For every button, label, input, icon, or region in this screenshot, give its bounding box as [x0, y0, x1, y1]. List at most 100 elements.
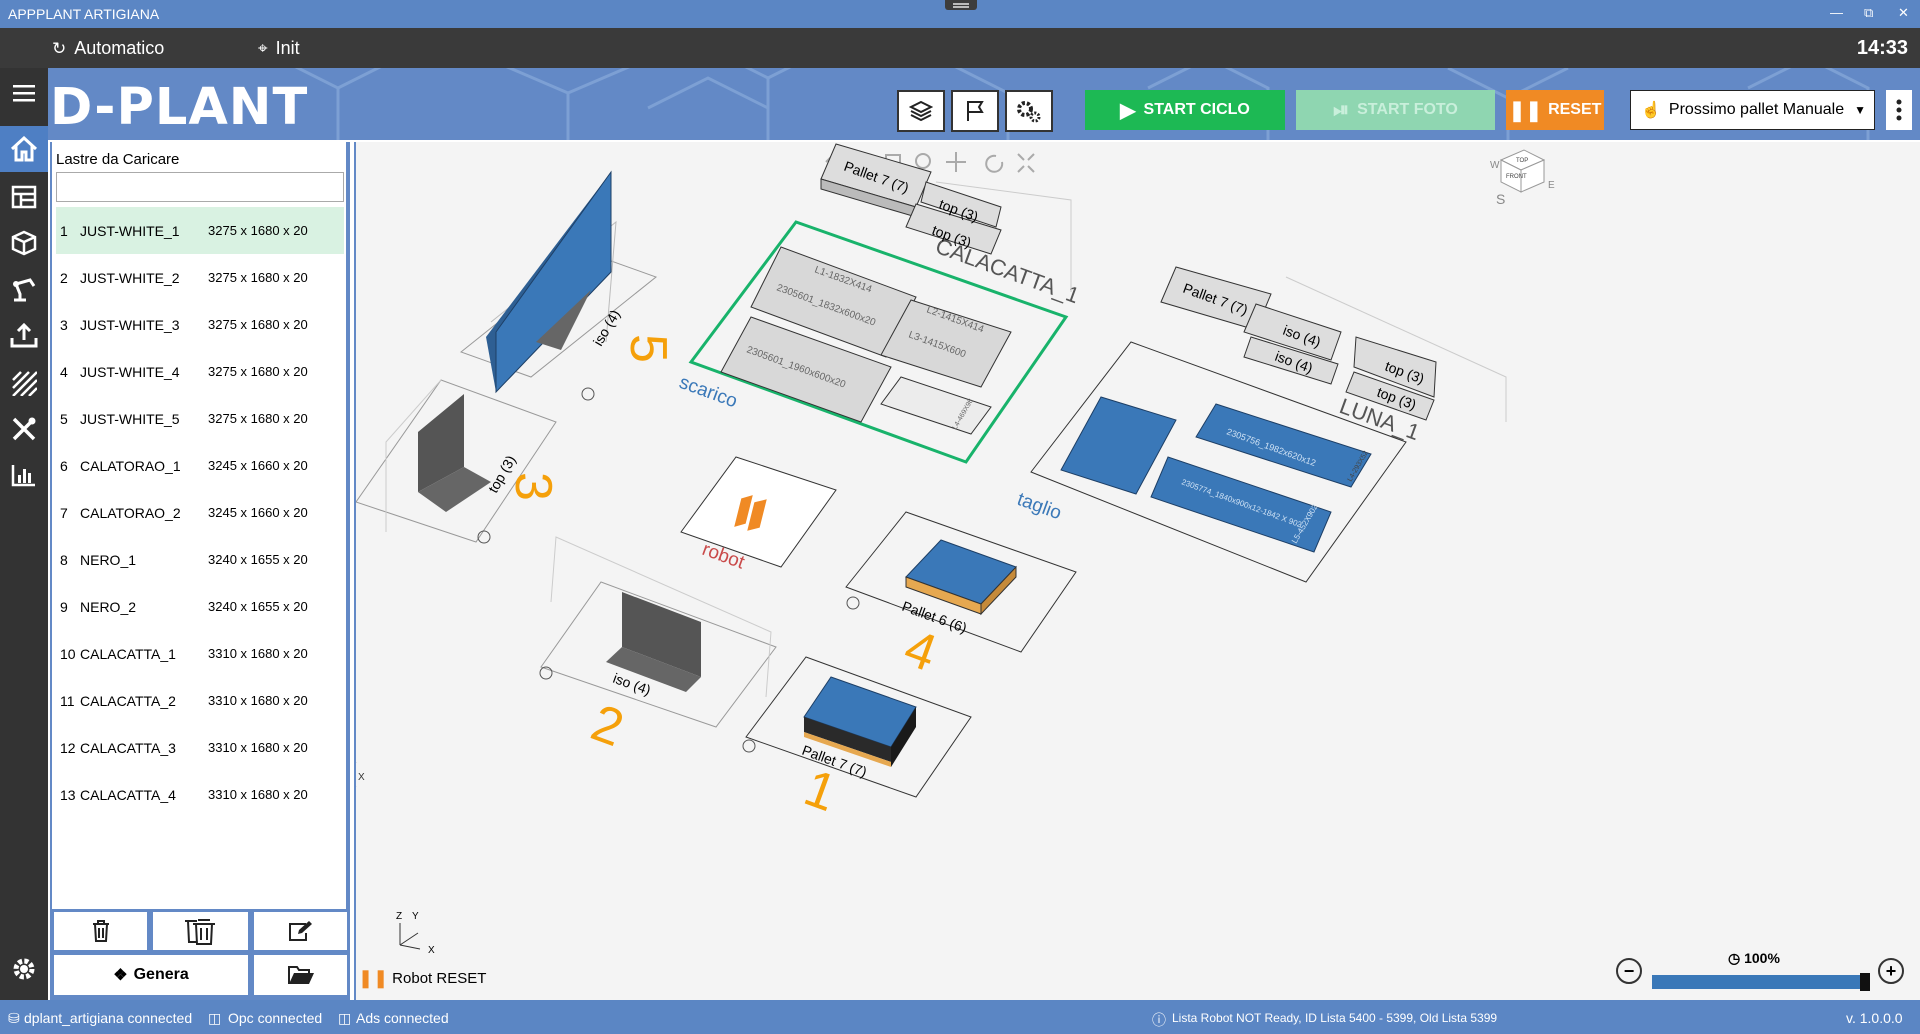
robot-status: ❚❚ Robot RESET: [358, 968, 486, 989]
zoom-icon[interactable]: [915, 153, 931, 169]
slab-row[interactable]: 4 JUST-WHITE_4 3275 x 1680 x 20: [56, 348, 344, 395]
flag-icon: [967, 101, 984, 121]
window-title: APPPLANT ARTIGIANA: [8, 6, 160, 22]
nav-cube-e: E: [1548, 180, 1555, 191]
home-icon[interactable]: [0, 126, 48, 172]
zoom-in-button[interactable]: +: [1878, 958, 1904, 984]
nav-cube-s: S: [1496, 191, 1505, 207]
slab-row[interactable]: 12 CALACATTA_3 3310 x 1680 x 20: [56, 724, 344, 771]
chart-icon[interactable]: [0, 452, 48, 498]
settings-gear-icon[interactable]: [0, 946, 48, 992]
opc-icon: ◫: [208, 1010, 222, 1026]
slab-name: CALATORAO_2: [80, 504, 181, 521]
layers-icon: [909, 100, 933, 122]
slab-index: 6: [60, 457, 68, 474]
slab-name: NERO_2: [80, 598, 137, 615]
nav-cube-w: W: [1490, 160, 1500, 171]
slab-index: 11: [60, 692, 75, 709]
crosshair-icon: ⌖: [258, 39, 268, 58]
gizmo-x: X: [428, 945, 435, 955]
automatic-mode-label: Automatico: [74, 38, 165, 58]
slab-index: 13: [60, 786, 76, 803]
minimize-icon[interactable]: —: [1830, 5, 1843, 20]
box-icon[interactable]: [0, 220, 48, 266]
start-cycle-button[interactable]: ▶ START CICLO: [1085, 90, 1285, 130]
init-mode-button[interactable]: ⌖ Init: [258, 38, 300, 59]
cogs-icon: [1017, 101, 1041, 123]
flag-button[interactable]: [951, 90, 999, 132]
drag-handle[interactable]: [945, 0, 977, 10]
upload-icon[interactable]: [0, 312, 48, 358]
station-4-number: 4: [897, 619, 944, 683]
generate-button[interactable]: ❖ Genera: [54, 955, 248, 995]
delete-all-button[interactable]: [153, 912, 248, 950]
sidebar: [0, 68, 48, 1000]
open-folder-button[interactable]: [254, 955, 347, 995]
hamburger-icon[interactable]: [0, 70, 48, 116]
zoom-slider-handle[interactable]: [1860, 973, 1870, 991]
axes-gizmo: Z Y X: [334, 742, 365, 788]
slab-row[interactable]: 13 CALACATTA_4 3310 x 1680 x 20: [56, 771, 344, 818]
trash-icon: [92, 920, 109, 942]
zoom-out-button[interactable]: −: [1616, 958, 1642, 984]
nav-cube-front: FRONT: [1506, 174, 1527, 180]
slab-name: CALACATTA_4: [80, 786, 176, 803]
slab-name: CALACATTA_1: [80, 645, 176, 662]
gizmo-y: Y: [412, 911, 419, 922]
slab-index: 2: [60, 269, 68, 286]
zoom-slider[interactable]: [1652, 973, 1870, 991]
slab-index: 4: [60, 363, 68, 380]
slab-dimensions: 3275 x 1680 x 20: [208, 317, 308, 332]
restore-icon[interactable]: ⧉: [1864, 5, 1873, 21]
robot-arm-icon[interactable]: [0, 266, 48, 312]
robot-status-label: Robot RESET: [392, 970, 487, 987]
slab-row[interactable]: 8 NERO_1 3240 x 1655 x 20: [56, 536, 344, 583]
plant-3d-view[interactable]: TOP FRONT W E S iso (4) 5 top (3) 3 L1-1…: [334, 142, 1920, 1000]
hand-pointer-icon: ☝: [1641, 102, 1661, 119]
stripes-icon[interactable]: [0, 360, 48, 406]
ads-status: Ads connected: [356, 1010, 449, 1026]
slab-row[interactable]: 5 JUST-WHITE_5 3275 x 1680 x 20: [56, 395, 344, 442]
slab-row[interactable]: 10 CALACATTA_1 3310 x 1680 x 20: [56, 630, 344, 677]
slab-row[interactable]: 9 NERO_2 3240 x 1655 x 20: [56, 583, 344, 630]
automatic-mode-button[interactable]: ↻ Automatico: [52, 38, 164, 59]
slab-dimensions: 3310 x 1680 x 20: [208, 740, 308, 755]
more-options-button[interactable]: [1886, 90, 1912, 130]
slab-row[interactable]: 1 JUST-WHITE_1 3275 x 1680 x 20: [56, 207, 344, 254]
next-pallet-select[interactable]: ☝ Prossimo pallet Manuale ▼: [1630, 90, 1875, 130]
slab-row[interactable]: 3 JUST-WHITE_3 3275 x 1680 x 20: [56, 301, 344, 348]
zoom-slider-fill: [1652, 975, 1866, 989]
edit-button[interactable]: [254, 912, 347, 950]
taglio-label: taglio: [1014, 489, 1064, 524]
slab-index: 10: [60, 645, 76, 662]
slab-name: JUST-WHITE_5: [80, 410, 180, 427]
reset-button[interactable]: ❚❚ RESET: [1506, 90, 1604, 130]
close-icon[interactable]: ✕: [1898, 5, 1909, 21]
slab-name: JUST-WHITE_3: [80, 316, 180, 333]
slab-row[interactable]: 2 JUST-WHITE_2 3275 x 1680 x 20: [56, 254, 344, 301]
slab-index: 1: [60, 222, 68, 239]
table-layout-icon[interactable]: [0, 174, 48, 220]
slab-row[interactable]: 7 CALATORAO_2 3245 x 1660 x 20: [56, 489, 344, 536]
slab-dimensions: 3310 x 1680 x 20: [208, 787, 308, 802]
nav-cube[interactable]: TOP FRONT W E S: [1490, 149, 1555, 207]
slab-row[interactable]: 6 CALATORAO_1 3245 x 1660 x 20: [56, 442, 344, 489]
settings-button[interactable]: [1005, 90, 1053, 132]
gauge-icon: ◷: [1728, 950, 1741, 966]
start-photo-button[interactable]: ⏯ START FOTO: [1296, 90, 1495, 130]
slab-index: 5: [60, 410, 68, 427]
station-1-number: 1: [797, 759, 844, 823]
slab-dimensions: 3245 x 1660 x 20: [208, 505, 308, 520]
play-icon: ▶: [1120, 99, 1136, 122]
axes-icon: Z Y X: [396, 911, 435, 955]
fit-view-icon[interactable]: [1017, 153, 1035, 173]
slab-name: CALACATTA_3: [80, 739, 176, 756]
pan-icon[interactable]: [946, 152, 966, 172]
rotate-icon[interactable]: [985, 154, 1004, 173]
slab-search-input[interactable]: [56, 172, 344, 202]
slab-row[interactable]: 11 CALACATTA_2 3310 x 1680 x 20: [56, 677, 344, 724]
layers-button[interactable]: [897, 90, 945, 132]
play-circle-icon: ⏯: [1333, 98, 1350, 121]
tools-icon[interactable]: [0, 406, 48, 452]
delete-button[interactable]: [54, 912, 147, 950]
